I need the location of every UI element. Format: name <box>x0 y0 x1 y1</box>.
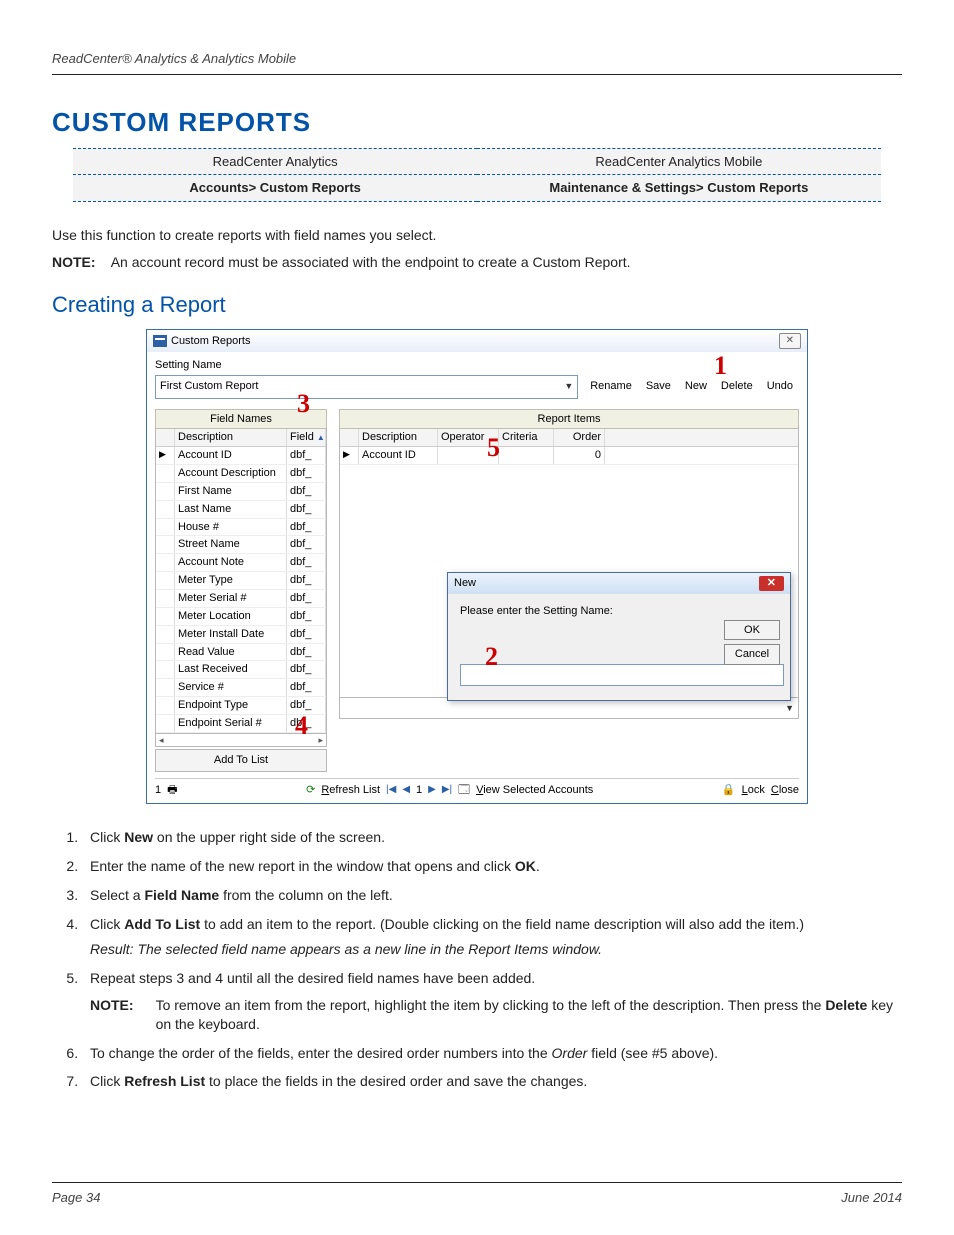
page-footer: Page 34 June 2014 <box>52 1182 902 1207</box>
window-titlebar: Custom Reports ✕ <box>147 330 807 352</box>
step-1: Click New on the upper right side of the… <box>82 828 902 847</box>
nav-col2-path: Maintenance & Settings> Custom Reports <box>477 175 881 202</box>
field-names-pane: Field Names Description Field ▲ ▶Account… <box>155 409 327 772</box>
step-4: Click Add To List to add an item to the … <box>82 915 902 959</box>
col-criteria[interactable]: Criteria <box>499 429 554 446</box>
table-row[interactable]: Account Notedbf_ <box>156 554 326 572</box>
new-dialog: New ✕ Please enter the Setting Name: OK … <box>447 572 791 701</box>
chevron-down-icon[interactable]: ▼ <box>785 702 794 714</box>
nav-col2-head: ReadCenter Analytics Mobile <box>477 148 881 175</box>
col-description[interactable]: Description <box>175 429 287 446</box>
view-selected-icon[interactable]: 🗔 <box>458 783 470 798</box>
field-names-grid[interactable]: Description Field ▲ ▶Account IDdbf_Accou… <box>155 429 327 733</box>
add-to-list-button[interactable]: Add To List <box>155 749 327 772</box>
table-row[interactable]: Read Valuedbf_ <box>156 644 326 662</box>
step-7: Click Refresh List to place the fields i… <box>82 1072 902 1091</box>
refresh-list-link[interactable]: Refresh List <box>321 783 380 798</box>
lock-icon[interactable]: 🔒 <box>722 783 736 798</box>
intro-text: Use this function to create reports with… <box>52 226 902 245</box>
table-row[interactable]: House #dbf_ <box>156 519 326 537</box>
cancel-button[interactable]: Cancel <box>724 644 780 665</box>
table-row[interactable]: Last Namedbf_ <box>156 501 326 519</box>
table-row[interactable]: Meter Locationdbf_ <box>156 608 326 626</box>
setting-name-value: First Custom Report <box>160 379 258 394</box>
note-line: NOTE: An account record must be associat… <box>52 253 902 272</box>
dialog-prompt: Please enter the Setting Name: <box>460 605 613 617</box>
step-4-result: Result: The selected field name appears … <box>90 940 902 959</box>
new-button[interactable]: New <box>679 377 713 396</box>
step-3: Select a Field Name from the column on t… <box>82 886 902 905</box>
setting-name-input[interactable] <box>460 664 784 686</box>
table-row[interactable]: First Namedbf_ <box>156 483 326 501</box>
hscrollbar[interactable]: ◂▸ <box>155 734 327 747</box>
table-row[interactable]: ▶Account IDdbf_ <box>156 447 326 465</box>
col-field[interactable]: Field ▲ <box>287 429 326 446</box>
footer-page: Page 34 <box>52 1189 100 1207</box>
rename-button[interactable]: Rename <box>584 377 638 396</box>
setting-name-label: Setting Name <box>155 358 799 373</box>
refresh-icon[interactable]: ⟳ <box>306 783 315 798</box>
steps-list: Click New on the upper right side of the… <box>82 828 902 1091</box>
step-2: Enter the name of the new report in the … <box>82 857 902 876</box>
table-row[interactable]: Street Namedbf_ <box>156 536 326 554</box>
nav-prev-icon[interactable]: ◀ <box>402 783 410 797</box>
footer-date: June 2014 <box>841 1189 902 1207</box>
table-row[interactable]: Meter Typedbf_ <box>156 572 326 590</box>
report-items-header: Report Items <box>339 409 799 430</box>
table-row[interactable]: Meter Install Datedbf_ <box>156 626 326 644</box>
note-text: An account record must be associated wit… <box>111 254 631 270</box>
chevron-down-icon: ▼ <box>564 380 573 392</box>
setting-name-dropdown[interactable]: First Custom Report ▼ <box>155 375 578 399</box>
view-selected-link[interactable]: View Selected Accounts <box>476 783 593 798</box>
nav-last-icon[interactable]: ▶| <box>442 783 452 797</box>
page-number: 1 <box>155 783 161 798</box>
status-bar: 1 🖶 ⟳ Refresh List |◀ ◀ 1 ▶ ▶| 🗔 View Se… <box>155 778 799 798</box>
print-icon[interactable]: 🖶 <box>167 783 177 798</box>
report-icon <box>153 335 167 347</box>
close-link[interactable]: Close <box>771 783 799 798</box>
nav-next-icon[interactable]: ▶ <box>428 783 436 797</box>
table-row[interactable]: Endpoint Serial #dbf_ <box>156 715 326 733</box>
nav-page: 1 <box>416 783 422 798</box>
table-row[interactable]: Service #dbf_ <box>156 679 326 697</box>
doc-header: ReadCenter® Analytics & Analytics Mobile <box>52 50 902 75</box>
col-desc[interactable]: Description <box>359 429 438 446</box>
table-row[interactable]: Last Receiveddbf_ <box>156 661 326 679</box>
field-names-header: Field Names <box>155 409 327 430</box>
toolbar: Rename Save New Delete Undo <box>584 377 799 396</box>
window-close-button[interactable]: ✕ <box>779 333 801 349</box>
col-operator[interactable]: Operator <box>438 429 499 446</box>
nav-first-icon[interactable]: |◀ <box>386 783 396 797</box>
nav-table: ReadCenter Analytics ReadCenter Analytic… <box>73 148 881 202</box>
save-button[interactable]: Save <box>640 377 677 396</box>
dialog-close-button[interactable]: ✕ <box>759 576 784 591</box>
step-5: Repeat steps 3 and 4 until all the desir… <box>82 969 902 1034</box>
table-row[interactable]: ▶ Account ID 0 <box>340 447 798 465</box>
lock-link[interactable]: Lock <box>742 783 765 798</box>
table-row[interactable]: Endpoint Typedbf_ <box>156 697 326 715</box>
step-5-note: NOTE: To remove an item from the report,… <box>90 996 902 1034</box>
ok-button[interactable]: OK <box>724 620 780 641</box>
dialog-title: New <box>454 576 476 591</box>
table-row[interactable]: Meter Serial #dbf_ <box>156 590 326 608</box>
note-label: NOTE: <box>52 254 96 270</box>
step-6: To change the order of the fields, enter… <box>82 1044 902 1063</box>
custom-reports-window: Custom Reports ✕ Setting Name First Cust… <box>146 329 808 804</box>
nav-col1-path: Accounts> Custom Reports <box>73 175 477 202</box>
page-title: CUSTOM REPORTS <box>52 105 902 140</box>
table-row[interactable]: Account Descriptiondbf_ <box>156 465 326 483</box>
col-order[interactable]: Order <box>554 429 605 446</box>
subsection-title: Creating a Report <box>52 290 902 320</box>
window-title: Custom Reports <box>171 334 250 349</box>
delete-button[interactable]: Delete <box>715 377 759 396</box>
undo-button[interactable]: Undo <box>761 377 799 396</box>
nav-col1-head: ReadCenter Analytics <box>73 148 477 175</box>
